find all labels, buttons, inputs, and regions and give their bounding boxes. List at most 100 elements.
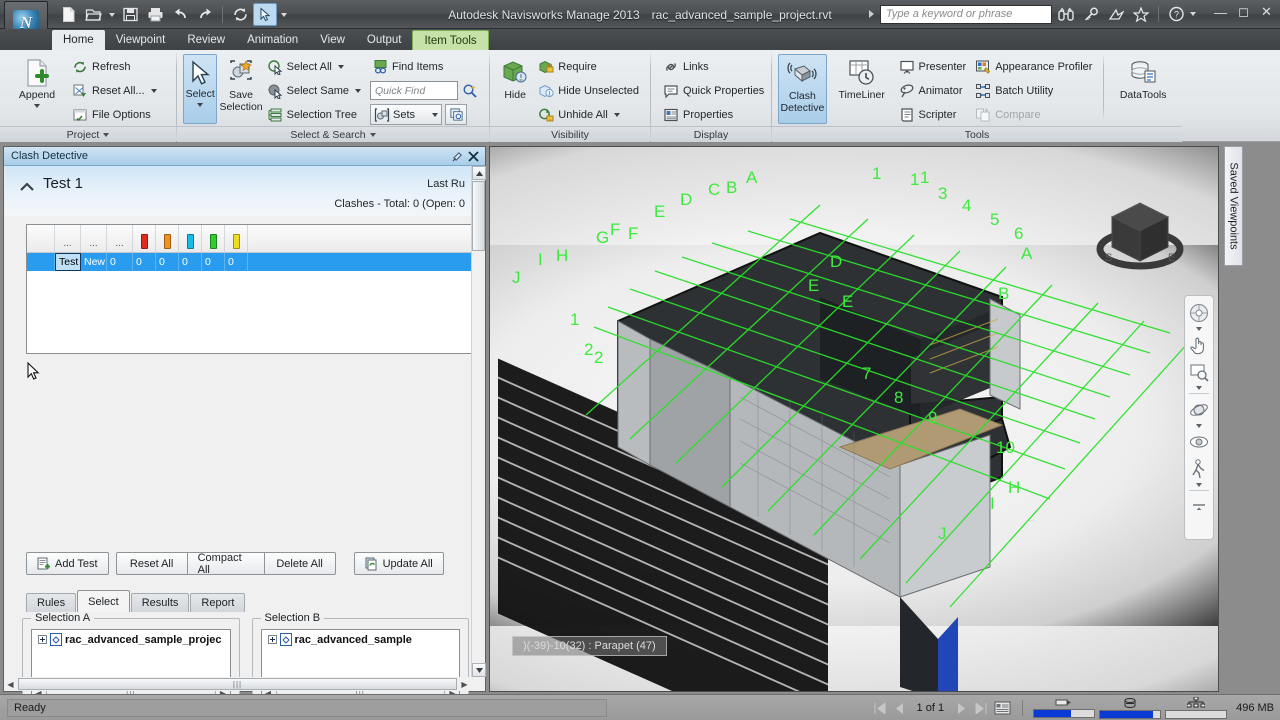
first-sheet-icon[interactable]: [873, 699, 888, 717]
scroll-down-icon[interactable]: [472, 663, 486, 677]
binoculars-icon[interactable]: [1055, 3, 1077, 25]
sheet-browser-icon[interactable]: [992, 699, 1012, 717]
row-status[interactable]: New: [81, 253, 107, 271]
chevron-down-icon[interactable]: [432, 112, 438, 117]
hscroll-thumb[interactable]: |||: [18, 678, 457, 690]
navbar-menu-icon[interactable]: [1186, 494, 1212, 520]
append-button[interactable]: Append: [6, 54, 68, 108]
datatools-button[interactable]: DataTools: [1110, 54, 1176, 102]
panel-title-project[interactable]: Project: [0, 126, 176, 142]
tab-output[interactable]: Output: [356, 30, 413, 50]
expand-icon[interactable]: [267, 635, 277, 644]
tab-view[interactable]: View: [309, 30, 356, 50]
auto-hide-pin-icon[interactable]: [449, 148, 465, 164]
tab-animation[interactable]: Animation: [236, 30, 309, 50]
links-button[interactable]: Links: [661, 55, 769, 78]
grid-header-name[interactable]: ...: [55, 225, 81, 252]
favorites-star-icon[interactable]: [1130, 3, 1152, 25]
compare-button[interactable]: Compare: [973, 103, 1097, 126]
previous-sheet-icon[interactable]: [892, 699, 907, 717]
clash-tests-grid[interactable]: ... ... ... Test New 0 0 0 0 0 0: [26, 224, 474, 354]
grid-header-clashes[interactable]: ...: [107, 225, 133, 252]
refresh-icon[interactable]: [228, 3, 252, 26]
unhide-all-button[interactable]: Unhide All: [536, 103, 644, 126]
panel-title-select-search[interactable]: Select & Search: [177, 126, 489, 142]
save-icon[interactable]: [118, 3, 142, 26]
presenter-button[interactable]: Presenter: [897, 55, 972, 78]
chevron-down-icon[interactable]: [1196, 327, 1202, 331]
infocenter-expand-icon[interactable]: [865, 3, 877, 25]
tab-rules[interactable]: Rules: [26, 593, 77, 612]
open-dropdown-icon[interactable]: [106, 3, 117, 26]
subscription-icon[interactable]: [1105, 3, 1127, 25]
tab-item-tools[interactable]: Item Tools: [412, 30, 489, 50]
minimize-button[interactable]: —: [1213, 5, 1228, 20]
3d-viewport[interactable]: J I H G F F E D C B A 1 1 1 3 4 5 6 A B …: [489, 146, 1219, 692]
grid-header-status[interactable]: ...: [81, 225, 107, 252]
quick-find-search-icon[interactable]: [462, 83, 478, 99]
select-cursor-icon[interactable]: [253, 3, 277, 26]
tab-report[interactable]: Report: [190, 593, 246, 612]
chevron-down-icon[interactable]: [1196, 424, 1202, 428]
chevron-down-icon[interactable]: [34, 103, 40, 108]
walk-icon[interactable]: [1186, 456, 1212, 482]
maximize-button[interactable]: ◻: [1236, 4, 1251, 20]
row-value-1[interactable]: 0: [133, 253, 156, 271]
select-button[interactable]: Select: [183, 54, 218, 124]
print-icon[interactable]: [143, 3, 167, 26]
properties-button[interactable]: Properties: [661, 103, 769, 126]
find-items-button[interactable]: Find Items: [370, 55, 483, 78]
saved-viewpoints-tab[interactable]: Saved Viewpoints: [1224, 146, 1243, 266]
orbit-icon[interactable]: [1186, 397, 1212, 423]
expand-icon[interactable]: [38, 635, 47, 644]
zoom-window-icon[interactable]: [1186, 359, 1212, 385]
grid-header-new[interactable]: [133, 225, 156, 252]
grid-header-resolved[interactable]: [225, 225, 248, 252]
help-icon[interactable]: ?: [1165, 3, 1187, 25]
close-icon[interactable]: [465, 148, 481, 164]
redo-icon[interactable]: [193, 3, 217, 26]
selection-tree-button[interactable]: Selection Tree: [265, 103, 366, 126]
scroll-right-icon[interactable]: ▶: [458, 678, 471, 691]
pan-icon[interactable]: [1186, 332, 1212, 358]
table-row[interactable]: Test New 0 0 0 0 0 0: [27, 253, 473, 271]
chevron-down-icon[interactable]: [197, 102, 204, 107]
select-same-button[interactable]: Select Same: [265, 79, 366, 102]
quick-find-input[interactable]: Quick Find: [370, 81, 458, 100]
chevron-down-icon[interactable]: [613, 112, 620, 117]
row-value-3[interactable]: 0: [179, 253, 202, 271]
collapse-test-chevron-icon[interactable]: [19, 182, 35, 192]
steering-wheel-icon[interactable]: [1186, 300, 1212, 326]
grid-header-reviewed[interactable]: [179, 225, 202, 252]
tab-viewpoint[interactable]: Viewpoint: [105, 30, 177, 50]
refresh-button[interactable]: Refresh: [70, 55, 162, 78]
tab-home[interactable]: Home: [52, 30, 105, 50]
manage-sets-icon[interactable]: [445, 104, 467, 125]
tab-review[interactable]: Review: [176, 30, 236, 50]
appearance-profiler-button[interactable]: Appearance Profiler: [973, 55, 1097, 78]
tab-select[interactable]: Select: [77, 590, 130, 612]
file-options-button[interactable]: File Options: [70, 103, 162, 126]
next-sheet-icon[interactable]: [954, 699, 969, 717]
help-dropdown-icon[interactable]: [1190, 12, 1196, 16]
open-file-icon[interactable]: [81, 3, 105, 26]
grid-header-active[interactable]: [156, 225, 179, 252]
quick-properties-button[interactable]: Quick Properties: [661, 79, 769, 102]
chevron-down-icon[interactable]: [1196, 386, 1202, 390]
tree-item[interactable]: rac_advanced_sample: [262, 630, 460, 646]
qat-customize-icon[interactable]: [278, 3, 289, 26]
clash-detective-button[interactable]: Clash Detective: [778, 54, 827, 124]
chevron-down-icon[interactable]: [1196, 483, 1202, 487]
key-icon[interactable]: [1080, 3, 1102, 25]
row-value-2[interactable]: 0: [156, 253, 179, 271]
reset-all-button[interactable]: Reset All...: [70, 79, 162, 102]
undo-icon[interactable]: [168, 3, 192, 26]
sets-button[interactable]: Sets: [370, 104, 442, 125]
panel-title-visibility[interactable]: Visibility: [490, 126, 650, 142]
select-all-button[interactable]: Select All: [265, 55, 366, 78]
row-value-0[interactable]: 0: [107, 253, 133, 271]
chevron-down-icon[interactable]: [150, 88, 157, 93]
clash-detective-vscrollbar[interactable]: [471, 166, 486, 677]
grid-header-approved[interactable]: [202, 225, 225, 252]
scripter-button[interactable]: Scripter: [897, 103, 972, 126]
